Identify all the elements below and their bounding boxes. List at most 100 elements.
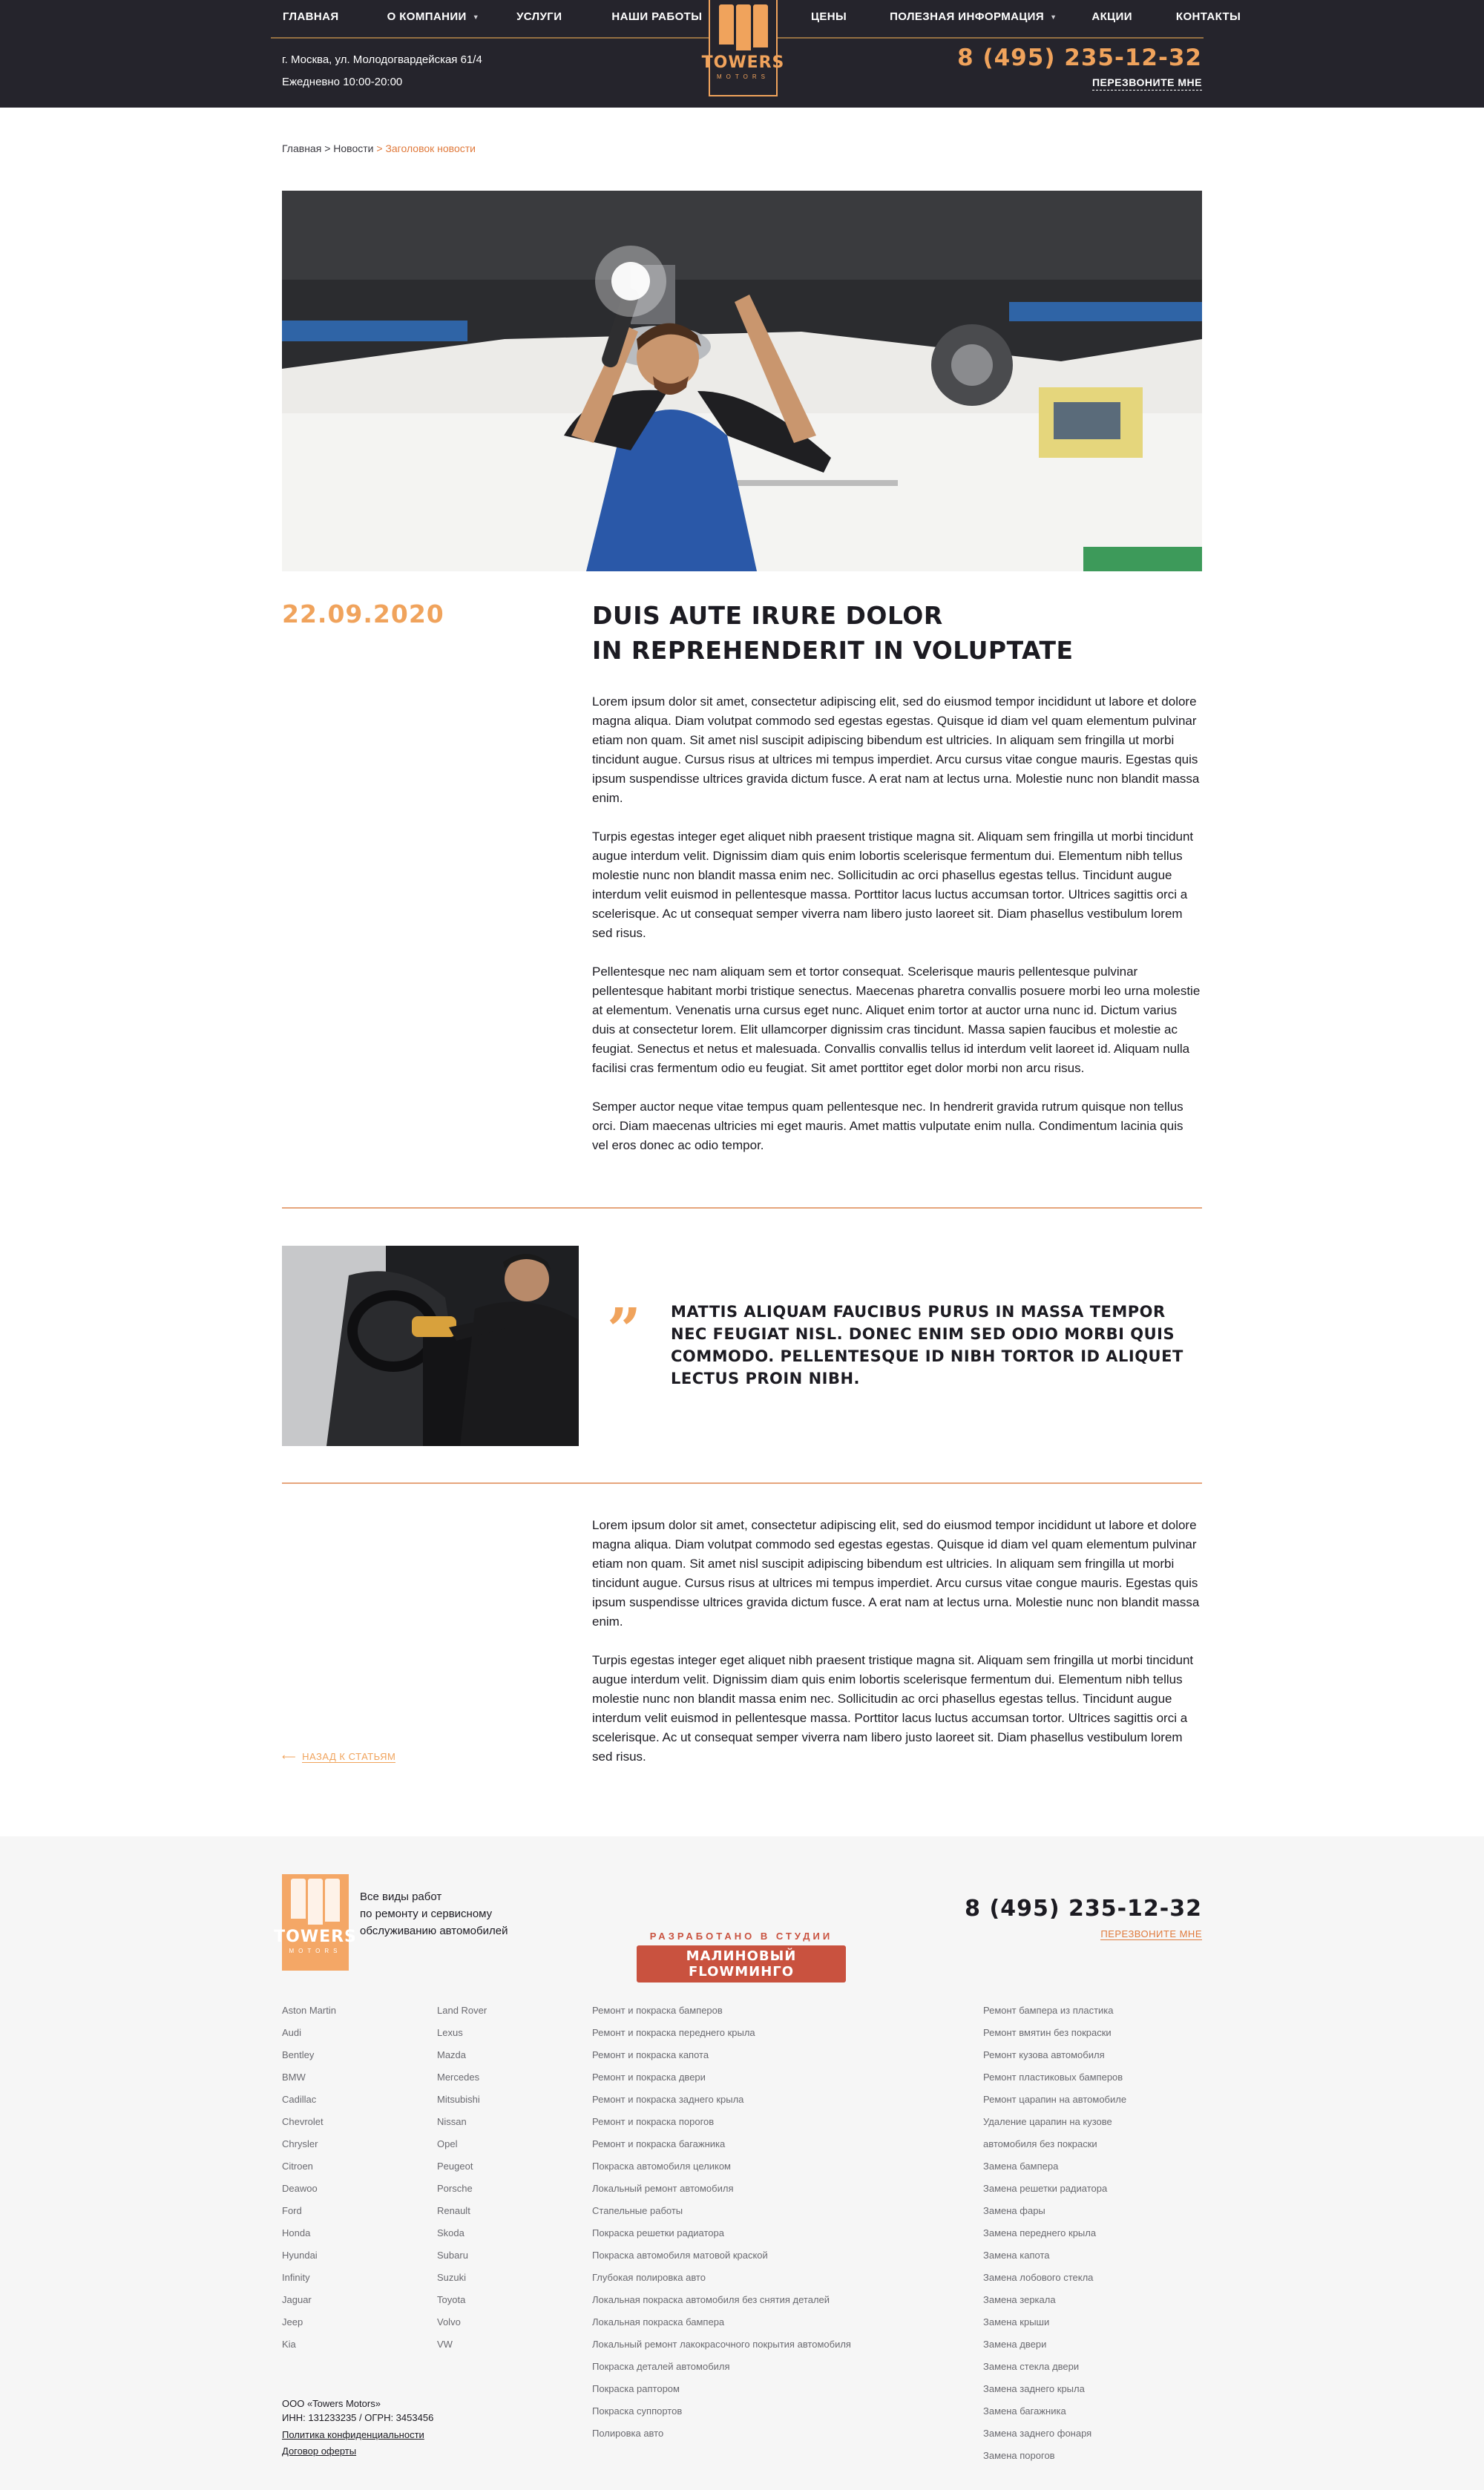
service-link[interactable]: Локальный ремонт автомобиля: [592, 2178, 851, 2200]
service-link[interactable]: Замена переднего крыла: [983, 2222, 1126, 2244]
nav-services[interactable]: УСЛУГИ: [516, 10, 562, 23]
service-link[interactable]: Покраска решетки радиатора: [592, 2222, 851, 2244]
service-link[interactable]: Ремонт и покраска багажника: [592, 2133, 851, 2155]
brand-link[interactable]: Land Rover: [437, 2000, 487, 2022]
service-link[interactable]: Покраска раптором: [592, 2378, 851, 2400]
nav-useful-info[interactable]: ПОЛЕЗНАЯ ИНФОРМАЦИЯ ▼: [890, 10, 1057, 23]
service-link[interactable]: Замена заднего крыла: [983, 2378, 1126, 2400]
service-link[interactable]: Ремонт вмятин без покраски: [983, 2022, 1126, 2044]
chevron-down-icon: ▼: [1050, 13, 1057, 21]
service-link[interactable]: Замена бампера: [983, 2155, 1126, 2178]
site-logo[interactable]: TOWERS MOTORS: [702, 0, 784, 96]
brand-link[interactable]: Mercedes: [437, 2066, 487, 2089]
callback-button[interactable]: ПЕРЕЗВОНИТЕ МНЕ: [1091, 76, 1202, 91]
service-link[interactable]: Ремонт и покраска переднего крыла: [592, 2022, 851, 2044]
service-link[interactable]: Ремонт и покраска порогов: [592, 2111, 851, 2133]
brand-link[interactable]: Jaguar: [282, 2289, 336, 2311]
brand-link[interactable]: VW: [437, 2333, 487, 2356]
footer-logo[interactable]: TOWERS MOTORS: [274, 1874, 356, 1971]
brand-link[interactable]: Porsche: [437, 2178, 487, 2200]
breadcrumb-home[interactable]: Главная: [282, 142, 321, 154]
service-link[interactable]: Ремонт и покраска капота: [592, 2044, 851, 2066]
nav-contacts[interactable]: КОНТАКТЫ: [1176, 10, 1241, 23]
service-link[interactable]: Замена стекла двери: [983, 2356, 1126, 2378]
brand-link[interactable]: Honda: [282, 2222, 336, 2244]
brand-link[interactable]: Audi: [282, 2022, 336, 2044]
privacy-policy-link[interactable]: Политика конфиденциальности: [282, 2428, 433, 2442]
brand-link[interactable]: Cadillac: [282, 2089, 336, 2111]
service-link[interactable]: Ремонт царапин на автомобиле: [983, 2089, 1126, 2111]
service-link[interactable]: Замена крыши: [983, 2311, 1126, 2333]
service-link[interactable]: автомобиля без покраски: [983, 2133, 1126, 2155]
service-link[interactable]: Покраска деталей автомобиля: [592, 2356, 851, 2378]
brand-link[interactable]: Bentley: [282, 2044, 336, 2066]
nav-prices[interactable]: ЦЕНЫ: [811, 10, 847, 23]
nav-promotions[interactable]: АКЦИИ: [1091, 10, 1132, 23]
footer-phone[interactable]: 8 (495) 235-12-32: [965, 1896, 1202, 1922]
service-link[interactable]: Ремонт и покраска бамперов: [592, 2000, 851, 2022]
service-link[interactable]: Замена двери: [983, 2333, 1126, 2356]
service-link[interactable]: Стапельные работы: [592, 2200, 851, 2222]
footer-callback-button[interactable]: ПЕРЕЗВОНИТЕ МНЕ: [1100, 1928, 1202, 1940]
service-link[interactable]: Замена зеркала: [983, 2289, 1126, 2311]
service-link[interactable]: Покраска суппортов: [592, 2400, 851, 2422]
service-link[interactable]: Полировка авто: [592, 2422, 851, 2445]
brand-link[interactable]: Suzuki: [437, 2267, 487, 2289]
back-link-label: НАЗАД К СТАТЬЯМ: [302, 1751, 396, 1763]
brand-link[interactable]: Hyundai: [282, 2244, 336, 2267]
service-link[interactable]: Глубокая полировка авто: [592, 2267, 851, 2289]
breadcrumb-news[interactable]: Новости: [333, 142, 373, 154]
brand-link[interactable]: Ford: [282, 2200, 336, 2222]
towers-icon: [718, 4, 768, 50]
service-link[interactable]: Замена порогов: [983, 2445, 1126, 2467]
brand-link[interactable]: Chevrolet: [282, 2111, 336, 2133]
service-link[interactable]: Замена решетки радиатора: [983, 2178, 1126, 2200]
service-link[interactable]: Ремонт и покраска двери: [592, 2066, 851, 2089]
brand-link[interactable]: Mitsubishi: [437, 2089, 487, 2111]
brand-link[interactable]: Jeep: [282, 2311, 336, 2333]
service-link[interactable]: Замена лобового стекла: [983, 2267, 1126, 2289]
offer-agreement-link[interactable]: Договор оферты: [282, 2444, 433, 2458]
brand-link[interactable]: Chrysler: [282, 2133, 336, 2155]
brand-link[interactable]: Skoda: [437, 2222, 487, 2244]
brand-link[interactable]: Lexus: [437, 2022, 487, 2044]
service-link[interactable]: Замена фары: [983, 2200, 1126, 2222]
footer-description: Все виды работ по ремонту и сервисному о…: [360, 1888, 553, 1939]
service-link[interactable]: Локальная покраска бампера: [592, 2311, 851, 2333]
brand-link[interactable]: BMW: [282, 2066, 336, 2089]
service-link[interactable]: Ремонт кузова автомобиля: [983, 2044, 1126, 2066]
service-link[interactable]: Покраска автомобиля целиком: [592, 2155, 851, 2178]
service-link[interactable]: Ремонт и покраска заднего крыла: [592, 2089, 851, 2111]
service-link[interactable]: Удаление царапин на кузове: [983, 2111, 1126, 2133]
brand-link[interactable]: Renault: [437, 2200, 487, 2222]
brand-link[interactable]: Opel: [437, 2133, 487, 2155]
service-link[interactable]: Локальная покраска автомобиля без снятия…: [592, 2289, 851, 2311]
nav-home[interactable]: ГЛАВНАЯ: [283, 10, 339, 23]
brand-link[interactable]: Kia: [282, 2333, 336, 2356]
service-link[interactable]: Ремонт бампера из пластика: [983, 2000, 1126, 2022]
service-link[interactable]: Локальный ремонт лакокрасочного покрытия…: [592, 2333, 851, 2356]
brand-link[interactable]: Infinity: [282, 2267, 336, 2289]
service-link[interactable]: Ремонт пластиковых бамперов: [983, 2066, 1126, 2089]
brand-link[interactable]: Deawoo: [282, 2178, 336, 2200]
article-paragraph: Lorem ipsum dolor sit amet, consectetur …: [592, 1518, 1200, 1629]
service-link[interactable]: Замена заднего фонаря: [983, 2422, 1126, 2445]
studio-credit[interactable]: РАЗРАБОТАНО В СТУДИИ МАЛИНОВЫЙ FLOWМИНГО: [637, 1931, 846, 1983]
back-to-articles-link[interactable]: ⟵ НАЗАД К СТАТЬЯМ: [282, 1751, 396, 1763]
brand-link[interactable]: Citroen: [282, 2155, 336, 2178]
service-link[interactable]: Замена багажника: [983, 2400, 1126, 2422]
service-link[interactable]: Покраска автомобиля матовой краской: [592, 2244, 851, 2267]
nav-our-works[interactable]: НАШИ РАБОТЫ: [611, 10, 702, 23]
quote-image: [282, 1246, 579, 1446]
brand-link[interactable]: Volvo: [437, 2311, 487, 2333]
header-phone[interactable]: 8 (495) 235-12-32: [957, 45, 1202, 71]
article-body-top: Lorem ipsum dolor sit amet, consectetur …: [592, 692, 1202, 1175]
service-link[interactable]: Замена капота: [983, 2244, 1126, 2267]
brand-link[interactable]: Aston Martin: [282, 2000, 336, 2022]
brand-link[interactable]: Toyota: [437, 2289, 487, 2311]
brand-link[interactable]: Subaru: [437, 2244, 487, 2267]
brand-link[interactable]: Mazda: [437, 2044, 487, 2066]
brand-link[interactable]: Peugeot: [437, 2155, 487, 2178]
brand-link[interactable]: Nissan: [437, 2111, 487, 2133]
nav-about[interactable]: О КОМПАНИИ ▼: [387, 10, 479, 23]
